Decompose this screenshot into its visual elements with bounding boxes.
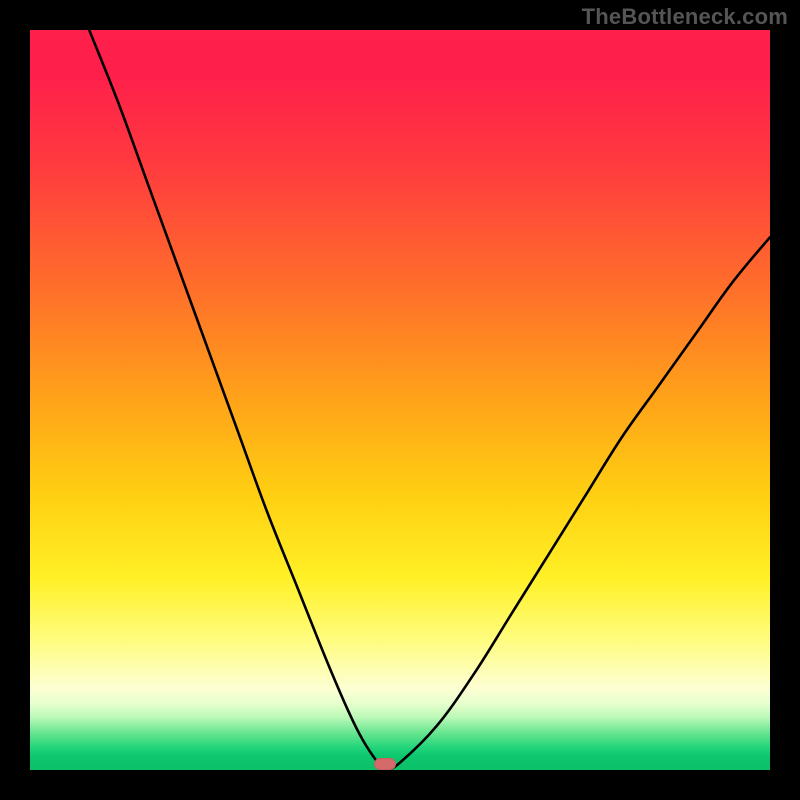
chart-frame: TheBottleneck.com xyxy=(0,0,800,800)
curve-path xyxy=(89,30,770,770)
optimal-point-marker xyxy=(374,758,396,770)
watermark-text: TheBottleneck.com xyxy=(582,4,788,30)
plot-area xyxy=(30,30,770,770)
bottleneck-curve xyxy=(30,30,770,770)
